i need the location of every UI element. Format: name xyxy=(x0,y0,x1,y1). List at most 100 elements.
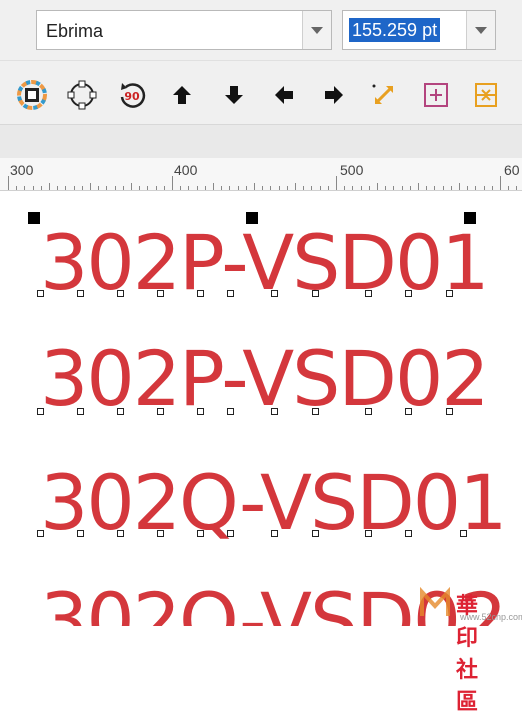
node-handle[interactable] xyxy=(446,290,453,297)
ruler-tick xyxy=(467,186,468,190)
node-handle[interactable] xyxy=(365,408,372,415)
ruler-tick xyxy=(115,186,116,190)
ruler-tick xyxy=(131,183,132,190)
node-handle[interactable] xyxy=(117,290,124,297)
ruler-tick xyxy=(262,186,263,190)
font-size-select[interactable]: 155.259 pt xyxy=(342,10,496,50)
node-handle[interactable] xyxy=(197,530,204,537)
property-bar-gap xyxy=(0,124,522,159)
node-handle[interactable] xyxy=(37,290,44,297)
rotate-90-icon[interactable]: 90 xyxy=(116,78,148,112)
node-circle-icon[interactable] xyxy=(66,78,98,112)
ruler-tick xyxy=(147,186,148,190)
chevron-down-icon[interactable] xyxy=(302,11,331,49)
ruler-tick xyxy=(65,186,66,190)
ruler-tick xyxy=(369,186,370,190)
watermark-url: www.52cnp.com xyxy=(460,612,522,622)
node-handle[interactable] xyxy=(271,530,278,537)
ruler-tick xyxy=(139,186,140,190)
chevron-down-icon[interactable] xyxy=(466,11,495,49)
ruler-tick xyxy=(402,186,403,190)
ruler-tick xyxy=(459,183,460,190)
node-handle[interactable] xyxy=(37,530,44,537)
ruler-tick xyxy=(385,186,386,190)
node-handle[interactable] xyxy=(227,408,234,415)
node-handle[interactable] xyxy=(117,408,124,415)
ruler-tick xyxy=(90,183,91,190)
ruler-label: 400 xyxy=(174,162,198,178)
ruler-tick xyxy=(328,186,329,190)
ruler-tick xyxy=(279,186,280,190)
ruler-tick xyxy=(451,186,452,190)
node-handle[interactable] xyxy=(157,290,164,297)
node-handle[interactable] xyxy=(405,530,412,537)
ruler-tick xyxy=(418,183,419,190)
horizontal-ruler[interactable]: 300 400 500 60 xyxy=(0,158,522,191)
ruler-tick xyxy=(516,186,517,190)
node-handle[interactable] xyxy=(405,290,412,297)
ruler-tick xyxy=(98,186,99,190)
text-line-2[interactable]: 302P-VSD02 xyxy=(40,341,490,417)
ruler-tick xyxy=(164,186,165,190)
node-handle[interactable] xyxy=(197,408,204,415)
node-handle[interactable] xyxy=(405,408,412,415)
node-handle[interactable] xyxy=(77,530,84,537)
ruler-tick xyxy=(287,186,288,190)
color-mode-icon[interactable] xyxy=(16,78,48,112)
arrow-right-icon[interactable] xyxy=(318,78,350,112)
ruler-tick xyxy=(8,176,9,190)
ruler-tick xyxy=(410,186,411,190)
ruler-tick xyxy=(500,176,501,190)
node-handle[interactable] xyxy=(37,408,44,415)
node-handle[interactable] xyxy=(77,290,84,297)
node-handle[interactable] xyxy=(312,290,319,297)
ruler-tick xyxy=(188,186,189,190)
ruler-tick xyxy=(246,186,247,190)
align-center-icon[interactable] xyxy=(470,78,502,112)
node-handle[interactable] xyxy=(227,290,234,297)
ruler-tick xyxy=(205,186,206,190)
ruler-tick xyxy=(74,186,75,190)
selection-handle-top-center[interactable] xyxy=(246,212,258,224)
text-line-1[interactable]: 302P-VSD01 xyxy=(40,225,490,301)
node-handle[interactable] xyxy=(271,290,278,297)
node-handle[interactable] xyxy=(365,530,372,537)
selection-handle-top-left[interactable] xyxy=(28,212,40,224)
node-handle[interactable] xyxy=(446,408,453,415)
ruler-tick xyxy=(172,176,173,190)
arrow-down-icon[interactable] xyxy=(218,78,250,112)
diagonal-resize-icon[interactable] xyxy=(368,78,400,112)
font-size-value[interactable]: 155.259 pt xyxy=(349,18,441,42)
ruler-label: 60 xyxy=(504,162,520,178)
selection-handle-top-right[interactable] xyxy=(464,212,476,224)
node-handle[interactable] xyxy=(157,408,164,415)
ruler-tick xyxy=(426,186,427,190)
ruler-label: 500 xyxy=(340,162,364,178)
ruler-tick xyxy=(475,186,476,190)
node-handle[interactable] xyxy=(77,408,84,415)
ruler-tick xyxy=(320,186,321,190)
node-handle[interactable] xyxy=(312,408,319,415)
ruler-tick xyxy=(123,186,124,190)
node-handle[interactable] xyxy=(197,290,204,297)
ruler-tick xyxy=(238,186,239,190)
node-handle[interactable] xyxy=(227,530,234,537)
arrow-up-icon[interactable] xyxy=(166,78,198,112)
node-handle[interactable] xyxy=(460,530,467,537)
node-handle[interactable] xyxy=(365,290,372,297)
arrow-left-icon[interactable] xyxy=(268,78,300,112)
add-box-icon[interactable] xyxy=(420,78,452,112)
ruler-tick xyxy=(270,186,271,190)
node-handle[interactable] xyxy=(157,530,164,537)
node-handle[interactable] xyxy=(312,530,319,537)
ruler-tick xyxy=(33,186,34,190)
node-handle[interactable] xyxy=(117,530,124,537)
ruler-tick xyxy=(82,186,83,190)
ruler-tick xyxy=(336,176,337,190)
svg-text:90: 90 xyxy=(124,90,140,103)
node-handle[interactable] xyxy=(271,408,278,415)
ruler-tick xyxy=(49,183,50,190)
font-family-select[interactable]: Ebrima xyxy=(36,10,332,50)
ruler-tick xyxy=(361,186,362,190)
ruler-tick xyxy=(352,186,353,190)
